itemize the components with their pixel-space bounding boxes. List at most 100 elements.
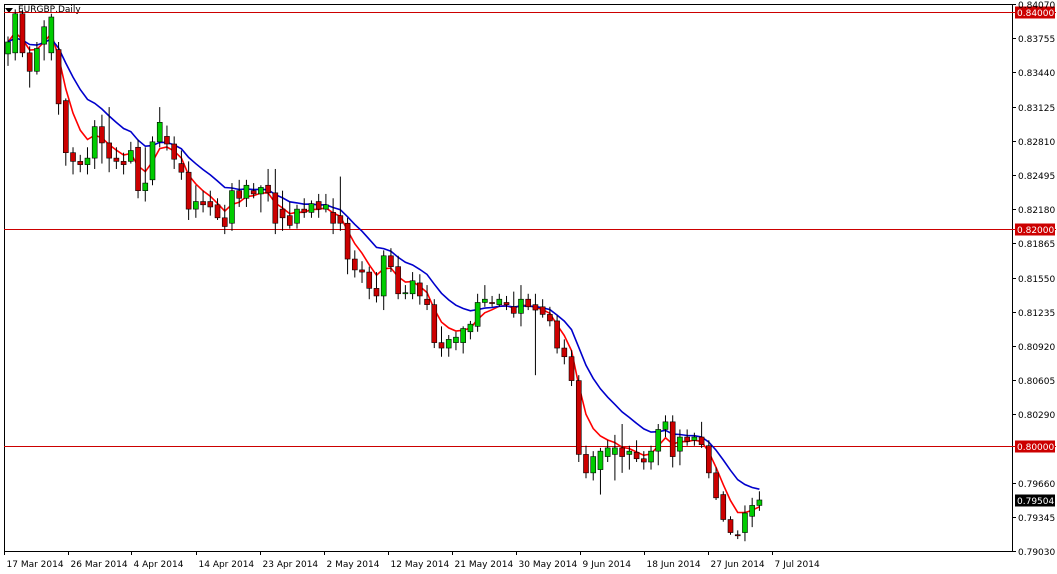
candle xyxy=(734,530,741,540)
candle xyxy=(453,331,459,351)
candle xyxy=(518,285,524,327)
candle-body xyxy=(626,450,633,455)
candle-body xyxy=(113,157,120,162)
candle xyxy=(120,152,127,175)
candle xyxy=(474,293,481,332)
candle-body xyxy=(380,255,387,297)
candle-body xyxy=(698,436,705,445)
y-tick-label: 0.80290 xyxy=(1018,411,1055,421)
candle-body xyxy=(438,342,445,349)
level-price-label: 0.82000 xyxy=(1017,226,1054,236)
candle-body xyxy=(409,280,416,295)
y-tick-label: 0.80920 xyxy=(1018,343,1055,353)
candle xyxy=(482,285,488,307)
candle xyxy=(409,272,416,300)
candle-body xyxy=(445,339,452,349)
candle xyxy=(749,497,755,528)
candle xyxy=(467,320,474,340)
candle-body xyxy=(171,143,177,160)
candle xyxy=(402,285,409,300)
candle-body xyxy=(575,380,582,455)
candle-body xyxy=(265,184,271,194)
candle-body xyxy=(106,142,112,159)
candle xyxy=(445,335,452,357)
candle-body xyxy=(604,447,611,457)
candle xyxy=(351,250,358,278)
candle-body xyxy=(323,204,329,210)
candle xyxy=(698,421,705,448)
candle xyxy=(619,424,625,473)
candle xyxy=(149,136,156,186)
candle-body xyxy=(70,152,76,162)
candle xyxy=(431,299,438,349)
level-price-label: 0.80000 xyxy=(1017,443,1054,453)
candle-body xyxy=(662,421,669,430)
candle-body xyxy=(164,136,170,145)
candle xyxy=(99,114,105,164)
candle-body xyxy=(482,298,488,303)
candle-body xyxy=(55,49,62,105)
candle-body xyxy=(496,298,503,305)
candle xyxy=(532,293,539,376)
candle xyxy=(272,168,279,235)
x-tick-label: 12 May 2014 xyxy=(391,560,450,570)
candle-body xyxy=(417,282,423,297)
candle xyxy=(301,198,308,218)
candle xyxy=(460,326,466,354)
candle-body xyxy=(19,13,26,54)
candle-body xyxy=(713,472,719,499)
candle-body xyxy=(229,190,235,224)
candle-body xyxy=(510,306,517,314)
candle xyxy=(243,179,250,207)
candle-body xyxy=(149,141,156,181)
candle xyxy=(380,250,387,311)
candle xyxy=(142,147,149,202)
y-tick-label: 0.82810 xyxy=(1018,138,1055,148)
y-tick-label: 0.81550 xyxy=(1018,275,1055,285)
candle xyxy=(561,339,568,365)
x-tick-label: 21 May 2014 xyxy=(455,560,514,570)
candle-body xyxy=(351,258,358,271)
candle xyxy=(727,516,734,535)
candle-body xyxy=(178,163,185,173)
candle xyxy=(662,415,669,438)
candle xyxy=(26,46,33,88)
candle-body xyxy=(691,436,698,441)
candle-body xyxy=(214,204,221,219)
candle-body xyxy=(272,192,279,224)
y-tick-label: 0.79345 xyxy=(1018,514,1055,524)
candle xyxy=(19,9,26,58)
candle xyxy=(604,440,611,463)
candle-body xyxy=(706,445,712,474)
candle-body xyxy=(489,302,495,304)
x-tick-label: 27 Jun 2014 xyxy=(711,560,765,570)
candle xyxy=(684,429,690,446)
candle-body xyxy=(633,451,640,460)
candle xyxy=(48,13,55,61)
candle-body xyxy=(337,215,344,224)
current-price-label: 0.79504 xyxy=(1017,497,1054,507)
x-tick-label: 30 May 2014 xyxy=(519,560,578,570)
candle xyxy=(590,451,597,481)
candle-body xyxy=(518,298,524,314)
candle-body xyxy=(720,494,727,520)
candle-body xyxy=(453,336,459,343)
y-tick-label: 0.84070 xyxy=(1018,1,1055,11)
candle-body xyxy=(619,447,625,457)
y-tick-label: 0.83755 xyxy=(1018,35,1055,45)
candle xyxy=(510,291,517,318)
y-tick-label: 0.81235 xyxy=(1018,309,1055,319)
candle-body xyxy=(373,288,380,297)
candle xyxy=(55,41,62,115)
candle xyxy=(395,255,401,300)
x-tick-label: 18 Jun 2014 xyxy=(647,560,701,570)
candle xyxy=(171,136,177,169)
candle-body xyxy=(460,328,466,343)
candle-body xyxy=(193,201,199,210)
candle-body xyxy=(474,302,481,327)
candle xyxy=(496,293,503,307)
candle xyxy=(77,154,84,173)
candle-body xyxy=(294,208,300,224)
chart-canvas[interactable]: 0.840000.820000.80000 0.840700.837550.83… xyxy=(0,0,1057,574)
candle xyxy=(691,432,698,446)
